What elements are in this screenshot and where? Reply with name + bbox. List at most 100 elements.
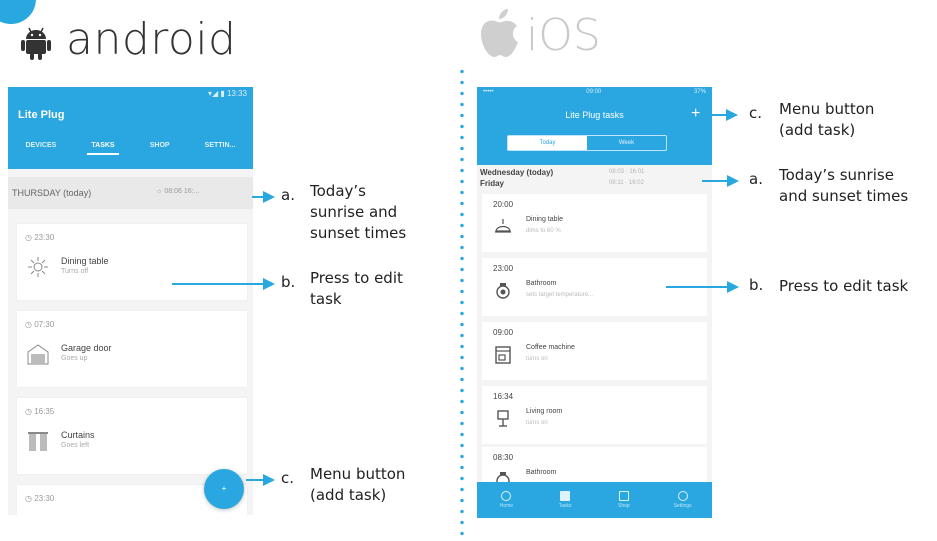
arrow-b-android <box>172 283 266 285</box>
task-action: Goes up <box>61 355 88 362</box>
ios-screen-title: Lite Plug tasks <box>565 110 624 120</box>
note-sunrise-android: Today’s sunrise and sunset times <box>310 182 407 242</box>
task-card[interactable]: ◷ 16:35 Curtains Goes left <box>17 398 247 474</box>
segment-today[interactable]: Today <box>508 136 587 150</box>
arrow-b-ios <box>666 286 730 288</box>
battery-level: 37% <box>693 89 706 95</box>
task-name: Curtains <box>61 430 95 440</box>
ceiling-lamp-icon <box>495 219 511 233</box>
task-name: Living room <box>526 408 563 415</box>
tabbar-home[interactable]: Home <box>491 491 521 509</box>
note-edit-ios: Press to edit task <box>779 277 909 295</box>
day-header: Wednesday (today) Friday <box>477 167 712 189</box>
task-card[interactable]: ◷ 07:30 Garage door Goes up <box>17 311 247 387</box>
tabbar-settings[interactable]: Settings <box>668 491 698 509</box>
segment-week[interactable]: Week <box>587 136 666 150</box>
coffee-machine-icon <box>495 346 511 364</box>
task-action: sets target temperature... <box>526 292 594 298</box>
step-badge <box>0 0 36 24</box>
dotted-divider <box>460 66 464 541</box>
tab-settings[interactable]: SETTIN... <box>201 139 240 155</box>
clock-icon: ◷ <box>25 494 35 503</box>
settings-icon <box>677 491 688 501</box>
arrowhead <box>727 175 739 187</box>
android-status-bar: ▾◢ ▮ 13:33 <box>8 87 253 101</box>
tab-devices[interactable]: DEVICES <box>22 139 61 155</box>
note-letter: b. <box>749 276 764 294</box>
home-icon <box>501 491 512 501</box>
task-name: Dining table <box>526 216 563 223</box>
apple-logo-icon <box>481 9 518 57</box>
arrowhead <box>727 281 739 293</box>
sun-times-today: 08:03 · 16:01 <box>609 169 645 175</box>
task-card[interactable]: 16:34 Living room turns on <box>482 386 707 444</box>
task-name: Bathroom <box>526 280 557 287</box>
android-screenshot: ▾◢ ▮ 13:33 Lite Plug DEVICES TASKS SHOP … <box>8 87 253 515</box>
task-action: dims to 60 % <box>526 228 561 234</box>
task-time: 16:34 <box>493 392 514 401</box>
task-time: ◷ 23:30 <box>25 233 55 242</box>
ios-tab-bar: Home Tasks Shop Settings <box>477 482 712 518</box>
task-card[interactable]: ◷ 23:30 Dining table Turns off <box>17 224 247 300</box>
sun-times-next: 08:11 · 16:02 <box>609 180 644 186</box>
tab-tasks[interactable]: TASKS <box>87 139 119 155</box>
signal-icon: ▾◢ ▮ <box>207 89 227 98</box>
clock-icon: ◷ <box>25 320 35 329</box>
segmented-control: Today Week <box>507 135 667 151</box>
task-action: turns on <box>526 356 548 362</box>
day-next: Friday <box>480 179 505 188</box>
lamp-icon <box>28 257 48 277</box>
tab-shop[interactable]: SHOP <box>146 139 174 155</box>
android-heading: android <box>66 14 237 65</box>
clock-icon: ◷ <box>25 407 35 416</box>
desk-lamp-icon <box>497 410 509 427</box>
note-letter: c. <box>281 469 295 487</box>
task-card[interactable]: 20:00 Dining table dims to 60 % <box>482 194 707 252</box>
ios-status-bar: ••••• 09:00 37% <box>477 89 712 99</box>
note-menu-android: Menu button (add task) <box>310 465 406 504</box>
sun-times: 08:03 · 16:01 08:11 · 16:02 <box>609 167 644 189</box>
android-tabs: DEVICES TASKS SHOP SETTIN... <box>8 139 253 155</box>
ios-screenshot: ••••• 09:00 37% Lite Plug tasks + Today … <box>477 87 712 518</box>
heater-icon <box>496 283 510 299</box>
add-task-fab[interactable]: + <box>204 469 244 509</box>
task-time: ◷ 16:35 <box>25 407 55 416</box>
task-time: 20:00 <box>493 200 514 209</box>
ios-heading: iOS <box>526 10 601 61</box>
day-label: THURSDAY (today) <box>12 188 92 198</box>
task-action: Turns off <box>61 268 89 275</box>
note-letter: a. <box>281 186 295 204</box>
status-time: 13:33 <box>226 89 247 98</box>
task-name: Dining table <box>61 256 109 266</box>
android-robot-icon <box>21 27 51 60</box>
arrowhead <box>263 191 275 203</box>
task-name: Garage door <box>61 343 112 353</box>
task-action: turns on <box>526 420 548 426</box>
status-time: 09:00 <box>586 89 602 95</box>
note-sunrise-ios: Today’s sunrise and sunset times <box>779 166 909 205</box>
note-letter: c. <box>749 104 763 122</box>
android-app-title: Lite Plug <box>18 109 65 121</box>
task-action: Goes left <box>61 442 90 449</box>
arrowhead <box>726 109 738 121</box>
day-today: Wednesday (today) <box>480 168 554 177</box>
task-time: 08:30 <box>493 453 514 462</box>
task-time: 23:00 <box>493 264 514 273</box>
arrowhead <box>263 474 275 486</box>
tabbar-shop[interactable]: Shop <box>609 491 639 509</box>
task-name: Bathroom <box>526 469 557 476</box>
sun-times: ☼ 08:06 16:... <box>156 188 200 195</box>
note-edit-android: Press to edit task <box>310 269 403 308</box>
tabbar-tasks[interactable]: Tasks <box>550 491 580 509</box>
tasks-icon <box>560 491 571 501</box>
task-card[interactable]: 09:00 Coffee machine turns on <box>482 322 707 380</box>
task-time: ◷ 23:30 <box>25 494 55 503</box>
cart-icon <box>618 491 629 501</box>
clock-icon: ◷ <box>25 233 35 242</box>
note-menu-ios: Menu button (add task) <box>779 100 875 139</box>
task-time: ◷ 07:30 <box>25 320 55 329</box>
garage-icon <box>27 344 49 365</box>
note-letter: a. <box>749 170 763 188</box>
add-task-button[interactable]: + <box>691 105 700 123</box>
curtains-icon <box>28 432 48 451</box>
